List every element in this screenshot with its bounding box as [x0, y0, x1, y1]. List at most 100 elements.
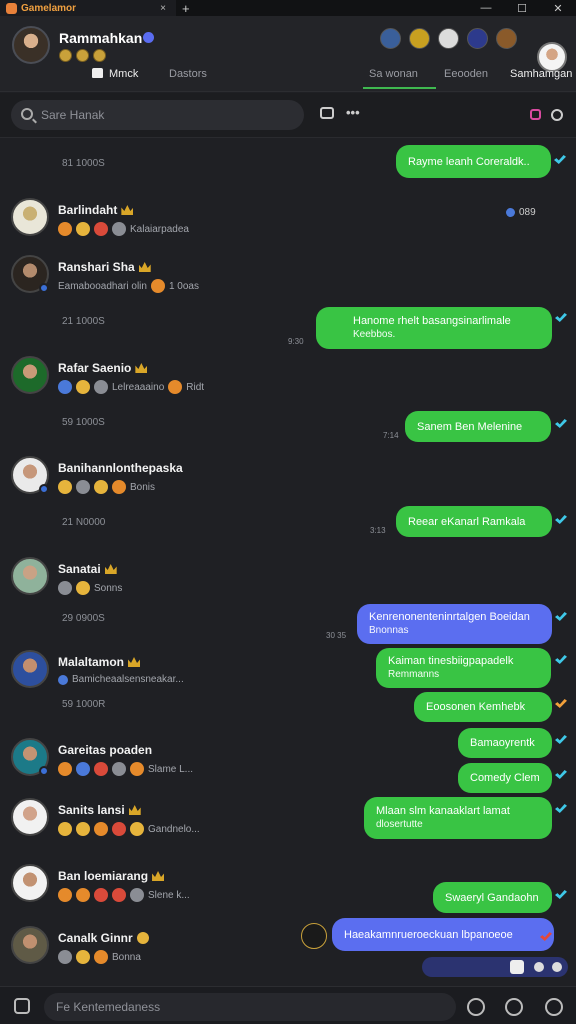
- friend-avatar[interactable]: [438, 28, 459, 49]
- message-bubble[interactable]: Kaiman tinesbiigpapadelk Remmanns: [376, 648, 551, 688]
- contact-avatar: [11, 864, 49, 902]
- message-bubble[interactable]: Hanome rhelt basangsinarlimale Keebbos.: [316, 307, 552, 349]
- section-label: 59 1000S: [62, 417, 105, 428]
- section-label: 59 1000R: [62, 699, 106, 710]
- friend-avatar[interactable]: [467, 28, 488, 49]
- emoji-icon: [76, 480, 90, 494]
- emoji-icon: [94, 222, 108, 236]
- message-bubble[interactable]: Bamaoyrentk: [458, 728, 552, 758]
- contact-status-extra: 1 0oas: [168, 280, 199, 292]
- attachment-icon[interactable]: [14, 998, 30, 1014]
- emoji-icon: [58, 888, 72, 902]
- tab-second[interactable]: Dastors: [169, 68, 207, 80]
- window-titlebar: Gamelamor × + — ☐ ✕: [0, 0, 576, 16]
- emoji-icon: [58, 480, 72, 494]
- reaction-icon[interactable]: [534, 962, 544, 972]
- message-bubble[interactable]: Eoosonen Kemhebk: [414, 692, 552, 722]
- new-tab-icon[interactable]: +: [182, 1, 190, 16]
- reaction-tray[interactable]: [422, 957, 568, 977]
- message-input[interactable]: Fe Kentemedaness: [44, 993, 456, 1021]
- tab-label: Mmck: [109, 68, 139, 80]
- filter-icon[interactable]: [530, 109, 541, 120]
- contact-status: Slene k...: [58, 888, 190, 902]
- reaction-icon[interactable]: [552, 962, 562, 972]
- read-receipt-icon: [555, 515, 567, 524]
- more-icon[interactable]: •••: [346, 105, 360, 120]
- emoji-icon: [76, 380, 90, 394]
- emoji-icon: [94, 380, 108, 394]
- message-bubble[interactable]: Kenrenonenteninrtalgen Boeidan Bnonnas: [357, 604, 552, 644]
- friend-avatar[interactable]: [409, 28, 430, 49]
- message-text: Eoosonen Kemhebk: [426, 701, 526, 713]
- contact-status: Bonna: [58, 950, 141, 964]
- close-icon[interactable]: ✕: [540, 2, 576, 15]
- message-text: Hanome rhelt basangsinarlimale: [353, 315, 511, 327]
- minimize-icon[interactable]: —: [468, 2, 504, 15]
- contact-avatar: [11, 798, 49, 836]
- online-indicator: [39, 766, 49, 776]
- message-bubble[interactable]: Reear eKanarl Ramkala: [396, 506, 552, 537]
- home-icon: [92, 68, 103, 78]
- message-text: Haeakamnrueroeckuan lbpanoeoe: [344, 928, 513, 941]
- contact-status-text: Slene k...: [148, 889, 190, 901]
- contact-status-extra: Ridt: [186, 381, 205, 393]
- message-time: 7:14: [383, 431, 399, 440]
- message-text: Bamaoyrentk: [470, 737, 535, 749]
- emoji-icon: [76, 950, 90, 964]
- profile-avatar[interactable]: [12, 26, 50, 64]
- link-icon[interactable]: [467, 998, 485, 1016]
- friend-avatar[interactable]: [496, 28, 517, 49]
- message-bubble[interactable]: Comedy Clem: [458, 763, 552, 793]
- contact-name: Banihannlonthepaska: [58, 461, 183, 475]
- message-bubble[interactable]: Sanem Ben Melenine: [405, 411, 551, 442]
- crown-icon: [138, 262, 151, 272]
- window-title: Gamelamor: [21, 2, 77, 14]
- reaction-icon[interactable]: [510, 960, 524, 974]
- browser-tab[interactable]: Gamelamor ×: [0, 0, 176, 16]
- friend-avatar[interactable]: [380, 28, 401, 49]
- tab-fifth[interactable]: Samhamgan: [510, 68, 572, 80]
- contact-status-text: Bamicheaalsensneakar...: [72, 674, 184, 685]
- emoji-picker-icon[interactable]: [545, 998, 563, 1016]
- tab-home[interactable]: Mmck: [92, 68, 138, 80]
- window-controls: — ☐ ✕: [468, 2, 576, 15]
- emoji-icon: [76, 581, 90, 595]
- emoji-icon: [130, 888, 144, 902]
- refresh-icon[interactable]: [551, 109, 563, 121]
- emoji-icon: [130, 762, 144, 776]
- message-time: 30 35: [326, 631, 347, 640]
- search-input[interactable]: Sare Hanak: [11, 100, 304, 130]
- contact-status: Gandnelo...: [58, 822, 200, 836]
- online-friends: [380, 28, 517, 49]
- message-bubble[interactable]: Haeakamnrueroeckuan lbpanoeoe: [332, 918, 554, 951]
- section-label: 29 0900S: [62, 613, 105, 624]
- compose-icon[interactable]: [320, 107, 334, 119]
- tab-third[interactable]: Sa wonan: [369, 68, 418, 80]
- emoji-icon: [150, 279, 165, 293]
- message-text: Sanem Ben Melenine: [417, 420, 523, 433]
- contact-status-text: Kalaiarpadea: [130, 223, 189, 235]
- contact-status: Sonns: [58, 581, 122, 595]
- read-receipt-icon: [555, 655, 567, 664]
- contact-name: Barlindaht: [58, 203, 134, 217]
- message-text: Bnonnas: [369, 625, 409, 636]
- read-receipt-icon: [555, 804, 567, 813]
- message-bubble[interactable]: Mlaan slm kanaaklart lamat dlosertutte: [364, 797, 552, 839]
- contact-name: Sanatai: [58, 562, 117, 576]
- tab-fourth[interactable]: Eeooden: [444, 68, 488, 80]
- close-tab-icon[interactable]: ×: [160, 3, 166, 14]
- maximize-icon[interactable]: ☐: [504, 2, 540, 15]
- chat-header: Rammahkan Mmck Dastors Sa wonan Eeooden …: [0, 16, 576, 92]
- timer-icon[interactable]: [505, 998, 523, 1016]
- emoji-icon: [506, 208, 515, 217]
- read-receipt-icon: [555, 770, 567, 779]
- contact-status: Kalaiarpadea: [58, 222, 189, 236]
- section-label: 81 1000S: [62, 158, 105, 169]
- contact-name: Rafar Saenio: [58, 361, 148, 375]
- read-receipt-icon: [555, 699, 567, 708]
- search-icon: [21, 108, 33, 120]
- message-bubble[interactable]: Rayme leanh Coreraldk..: [396, 145, 551, 178]
- crown-icon: [128, 657, 141, 667]
- message-bubble[interactable]: Swaeryl Gandaohn: [433, 882, 552, 913]
- message-text: dlosertutte: [376, 819, 423, 830]
